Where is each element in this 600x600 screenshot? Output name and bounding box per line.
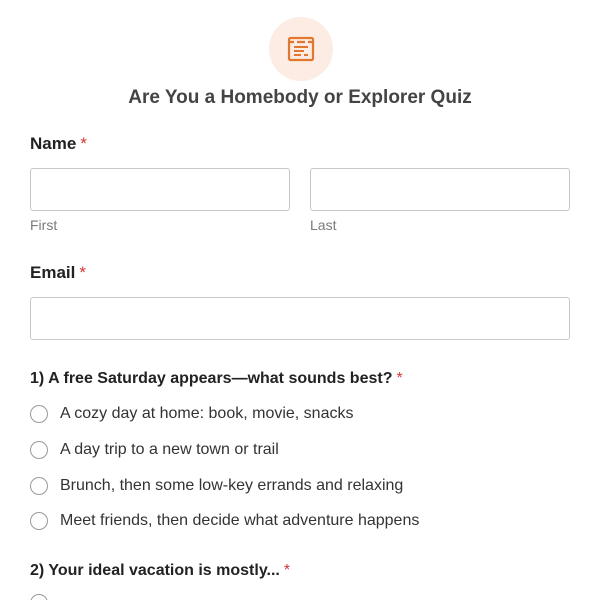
option-label[interactable]: Meet friends, then decide what adventure…: [60, 512, 419, 530]
first-name-sublabel: First: [30, 217, 58, 233]
option-label[interactable]: A day trip to a new town or trail: [60, 441, 279, 459]
question-1-option-2[interactable]: A day trip to a new town or trail: [30, 439, 279, 461]
radio-button[interactable]: [30, 512, 48, 530]
required-asterisk: *: [80, 134, 87, 153]
last-name-input[interactable]: [310, 168, 570, 211]
question-2-option-1[interactable]: [30, 592, 48, 600]
form-title: Are You a Homebody or Explorer Quiz: [128, 87, 472, 108]
question-1-label: 1) A free Saturday appears—what sounds b…: [30, 370, 403, 388]
question-1-option-3[interactable]: Brunch, then some low-key errands and re…: [30, 475, 403, 497]
email-input[interactable]: [30, 297, 570, 340]
required-asterisk: *: [283, 562, 291, 579]
option-label[interactable]: Brunch, then some low-key errands and re…: [60, 477, 403, 495]
form-list-icon: [287, 36, 315, 62]
option-label[interactable]: A cozy day at home: book, movie, snacks: [60, 405, 353, 423]
form-icon-badge: [269, 17, 333, 81]
first-name-input[interactable]: [30, 168, 290, 211]
question-1-option-1[interactable]: A cozy day at home: book, movie, snacks: [30, 403, 353, 425]
radio-button[interactable]: [30, 594, 48, 600]
email-label: Email *: [30, 263, 86, 283]
last-name-sublabel: Last: [310, 217, 337, 233]
question-1-option-4[interactable]: Meet friends, then decide what adventure…: [30, 510, 419, 532]
required-asterisk: *: [79, 263, 86, 282]
question-2-label: 2) Your ideal vacation is mostly... *: [30, 562, 290, 580]
radio-button[interactable]: [30, 477, 48, 495]
question-2-text: 2) Your ideal vacation is mostly...: [30, 562, 280, 579]
question-1-text: 1) A free Saturday appears—what sounds b…: [30, 370, 393, 387]
name-label-text: Name: [30, 134, 77, 153]
name-label: Name *: [30, 134, 87, 154]
quiz-form-page: Are You a Homebody or Explorer Quiz Name…: [0, 0, 600, 600]
radio-button[interactable]: [30, 441, 48, 459]
required-asterisk: *: [396, 370, 403, 387]
email-label-text: Email: [30, 263, 76, 282]
radio-button[interactable]: [30, 405, 48, 423]
